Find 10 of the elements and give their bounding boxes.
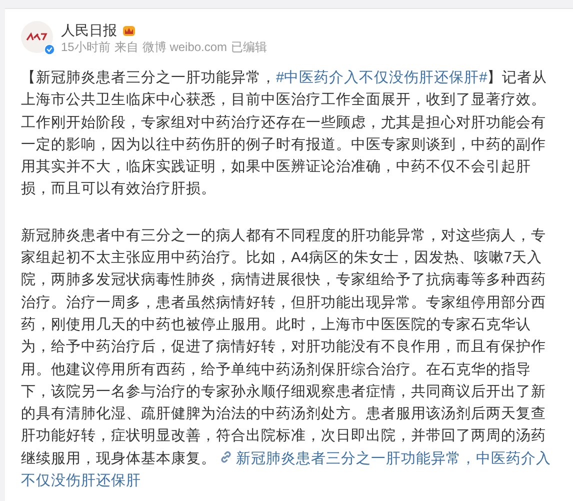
edited-label: 已编辑 — [231, 39, 268, 55]
web-link[interactable]: 不仅没伤肝还保肝 — [21, 473, 141, 490]
hashtag-link[interactable]: #中医药介入不仅没伤肝还保肝# — [276, 70, 488, 86]
source-link[interactable]: 微博 weibo.com — [142, 39, 228, 55]
post-time[interactable]: 15小时前 — [61, 39, 110, 55]
post-paragraph: 新冠肺炎患者中有三分之一的病人都有不同程度的肝功能异常，对这些病人，专家组起初不太主张应用中药治疗。比如，A4病区的朱女士，因发热、咳嗽7天入院，两肺多发冠状病毒性肺炎，病情进展很快，专家组给予了抗病毒等多种西药治疗。治疗一周多，患者虽然病情好转，但肝功能出现异常。专家组停用部分西药，刚使用几天的中药也被停止服用。此时，上海市中医医院的专家石克华认为，给予中药治疗后，促进了病情好转，对肝功能没有不良作用，而且有保护作用。他建议停用所有西药，给予单纯中药汤剂保肝综合治疗。在石克华的指导下，该院另一名参与治疗的专家孙永顺仔细观察患者症情，共同商议后开出了新的具有清肺化湿、疏肝健脾为治法的中药汤剂处方。患者服用该汤剂后两天复查肝功能好转，症状明显改善，符合出院标准，次日即出院，并带回了两周的汤药继续服用，现身体基本康复。 新冠肺炎患者三分之一肝功能异常，中医药介入 不仅没伤肝还保肝 — [21, 226, 552, 492]
post-paragraph: 【新冠肺炎患者三分之一肝功能异常，#中医药介入不仅没伤肝还保肝#】记者从上海市公共卫生临床中心获悉，目前中医治疗工作全面展开，收到了显著疗效。工作刚开始阶段，专家组对中药治疗还存在一些顾虑，尤其是担心对肝功能会有一定的影响，因为以往中药伤肝的例子时有报道。中医专家则谈到，中药的副作用其实并不大，临床实践证明，如果中医辨证论治准确，中药不仅不会引起肝损，而且可以有效治疗肝损。 — [21, 68, 548, 200]
web-link[interactable]: 新冠肺炎患者三分之一肝功能异常，中医药介入 — [236, 450, 551, 467]
author-name[interactable]: 人民日报 — [61, 21, 117, 39]
source-label: 来自 — [114, 39, 138, 55]
